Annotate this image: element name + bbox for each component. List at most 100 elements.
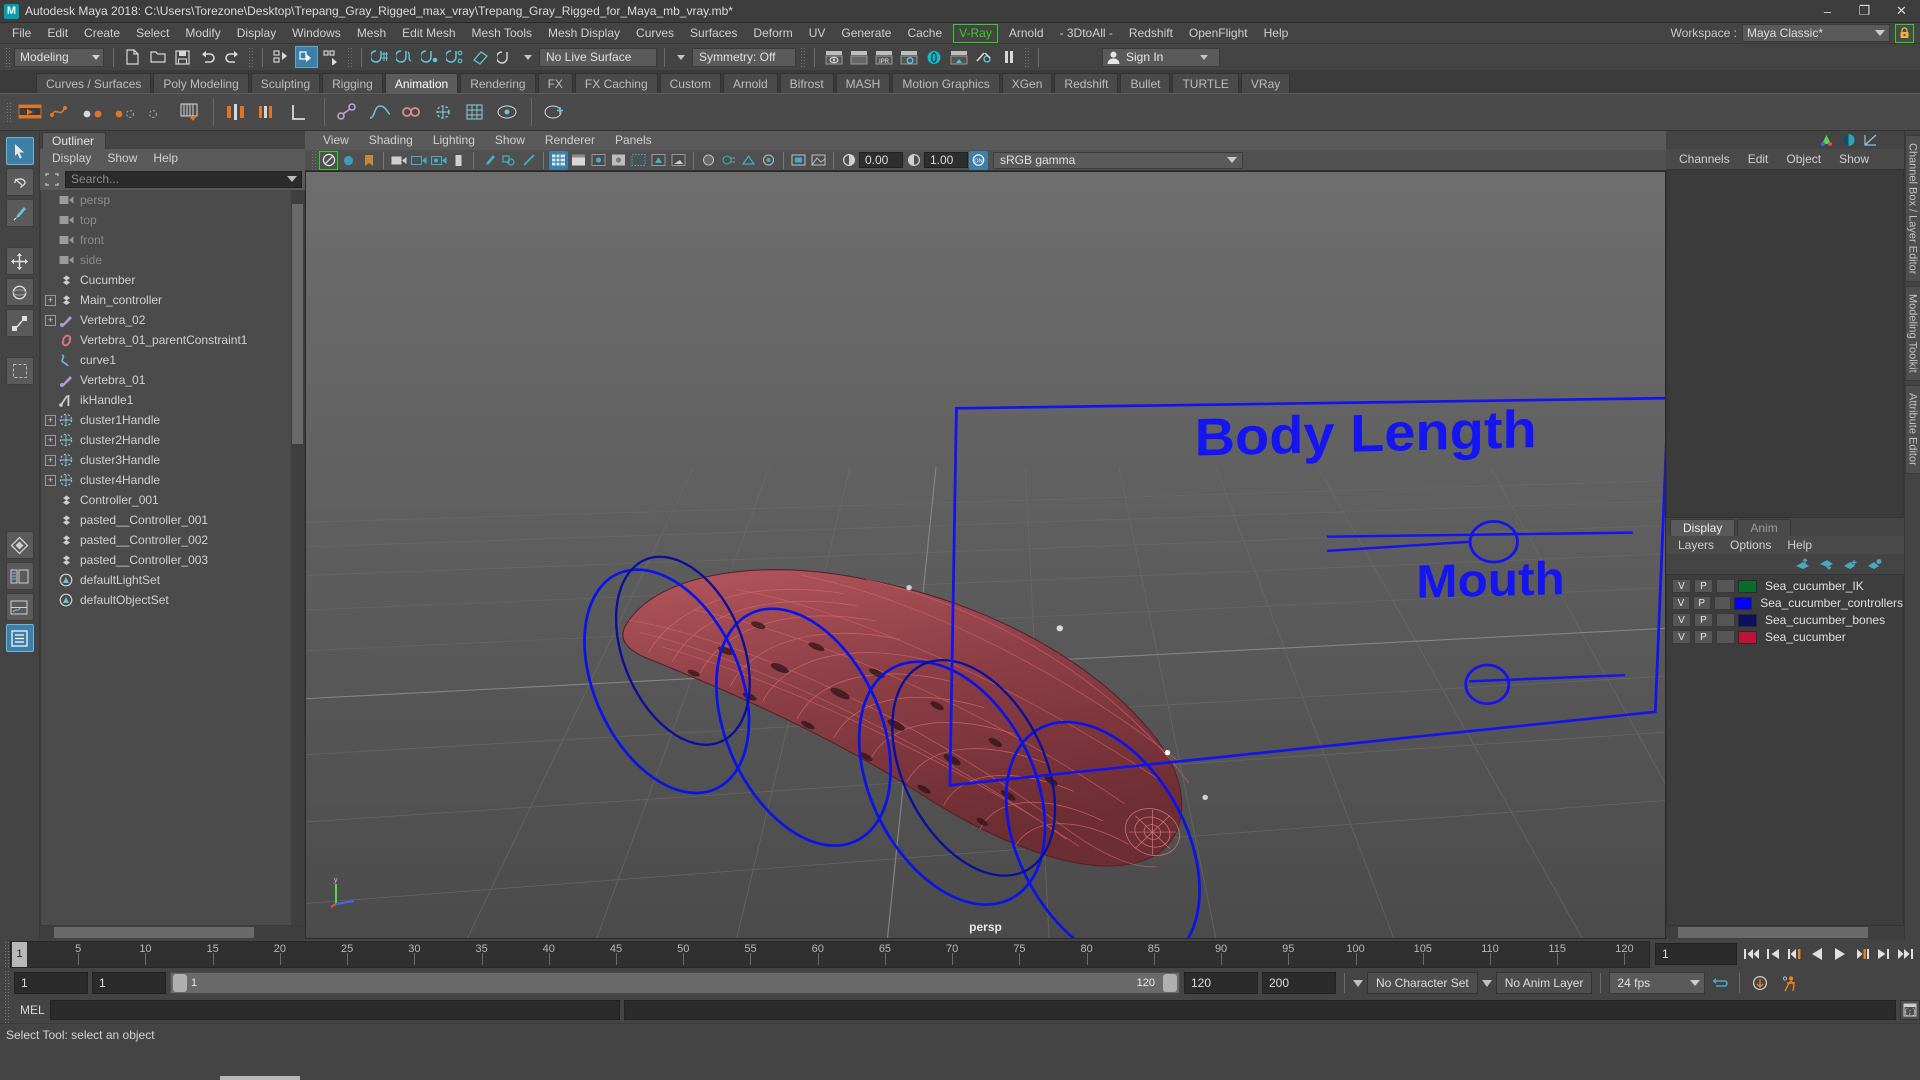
select-by-component-type-button[interactable] (320, 46, 343, 68)
last-tool-button[interactable] (5, 357, 34, 385)
layer-playback-toggle[interactable]: P (1692, 596, 1711, 610)
render-current-frame-button[interactable] (822, 46, 845, 68)
layer-color-swatch[interactable] (1738, 579, 1757, 593)
current-frame-field[interactable]: 1 (1655, 943, 1737, 965)
menu-select[interactable]: Select (128, 24, 177, 43)
redo-button[interactable] (221, 46, 244, 68)
camera-settings-icon[interactable] (429, 151, 448, 170)
live-surface-field[interactable]: No Live Surface (539, 47, 657, 67)
selection-filter-icon[interactable] (43, 171, 61, 187)
four-view-layout-button[interactable] (5, 531, 34, 559)
open-scene-button[interactable] (146, 46, 169, 68)
range-start-handle[interactable] (173, 974, 187, 992)
anim-layer-field[interactable]: No Anim Layer (1495, 972, 1593, 994)
shelf-ik-handle-icon[interactable] (286, 97, 316, 127)
depth-of-field-icon[interactable] (759, 151, 778, 170)
shelf-bake-animation-icon[interactable] (175, 97, 205, 127)
shelf-playblast-icon[interactable] (15, 97, 45, 127)
layer-visibility-toggle[interactable]: V (1672, 596, 1690, 610)
anim-layer-chevron-icon[interactable] (1481, 979, 1492, 987)
go-to-end-button[interactable] (1895, 943, 1916, 965)
paint-effects-icon[interactable] (479, 151, 498, 170)
hypershade-button[interactable] (922, 46, 945, 68)
layer-playback-toggle[interactable]: P (1694, 613, 1713, 627)
viewport-menu-shading[interactable]: Shading (359, 132, 423, 149)
display-layer-row[interactable]: V P Sea_cucumber (1667, 629, 1903, 645)
range-end-handle[interactable] (1163, 974, 1177, 992)
menu-mesh-display[interactable]: Mesh Display (540, 24, 628, 43)
outliner-item[interactable]: pasted__Controller_002 (41, 530, 304, 550)
expand-toggle-icon[interactable]: + (45, 314, 56, 326)
shelf-tab-arnold[interactable]: Arnold (722, 73, 778, 93)
layer-shading-toggle[interactable] (1716, 613, 1735, 627)
snap-to-view-planes-button[interactable] (469, 46, 492, 68)
channel-box-icon[interactable] (1841, 133, 1856, 147)
shelf-tab-bifrost[interactable]: Bifrost (779, 73, 834, 93)
layer-horizontal-scrollbar[interactable] (1666, 926, 1904, 939)
camera-icon[interactable] (389, 151, 408, 170)
texture-display-icon[interactable] (629, 151, 648, 170)
shelf-tab-vray[interactable]: VRay (1240, 73, 1291, 93)
outliner-item[interactable]: Vertebra_01_parentConstraint1 (41, 330, 304, 350)
shelf-tab-fx-caching[interactable]: FX Caching (574, 73, 658, 93)
layer-menu-layers[interactable]: Layers (1670, 537, 1722, 554)
scrollbar-thumb[interactable] (292, 204, 303, 444)
viewport-menu-lighting[interactable]: Lighting (423, 132, 485, 149)
outliner-item[interactable]: Vertebra_01 (41, 370, 304, 390)
shelf-tab-rendering[interactable]: Rendering (460, 73, 536, 93)
outliner-item[interactable]: + cluster2Handle (41, 430, 304, 450)
persp-graph-layout-button[interactable] (5, 593, 34, 621)
vertical-tab-modeling-toolkit[interactable]: Modeling Toolkit (1904, 286, 1920, 382)
outliner-search-input[interactable]: Search... (65, 170, 302, 188)
command-line-gripper[interactable] (4, 997, 10, 1023)
menu-openflight[interactable]: OpenFlight (1181, 24, 1256, 43)
layer-visibility-toggle[interactable]: V (1672, 630, 1691, 644)
outliner-item[interactable]: pasted__Controller_003 (41, 550, 304, 570)
step-forward-keyframe-button[interactable] (1873, 943, 1894, 965)
show-manipulator-icon[interactable] (1819, 133, 1834, 147)
exposure-icon[interactable] (839, 151, 858, 170)
play-backwards-button[interactable] (1807, 943, 1828, 965)
layer-shading-toggle[interactable] (1716, 630, 1735, 644)
workspace-lock-button[interactable] (1895, 23, 1914, 43)
menu-v-ray[interactable]: V-Ray (953, 23, 998, 43)
time-slider-track[interactable]: 1 5 10 15 20 25 30 35 40 45 50 55 60 65 70 75 80 85 90 95 1… (10, 940, 1650, 968)
outliner-item[interactable]: defaultLightSet (41, 570, 304, 590)
outliner-item[interactable]: pasted__Controller_001 (41, 510, 304, 530)
viewport-menu-view[interactable]: View (313, 132, 359, 149)
menu-windows[interactable]: Windows (284, 24, 349, 43)
menu-display[interactable]: Display (229, 24, 284, 43)
layer-visibility-toggle[interactable]: V (1672, 579, 1691, 593)
menu-mesh[interactable]: Mesh (349, 24, 394, 43)
shelf-constraint-icon[interactable] (397, 97, 427, 127)
display-layer-row[interactable]: V P Sea_cucumber_IK (1667, 578, 1903, 594)
shelf-tab-motion-graphics[interactable]: Motion Graphics (892, 73, 1000, 93)
menu-create[interactable]: Create (76, 24, 128, 43)
toolbar-gripper-4[interactable] (800, 46, 805, 68)
grid-toggle-icon[interactable] (449, 151, 468, 170)
lasso-tool-button[interactable] (5, 168, 34, 196)
outliner-item[interactable]: top (41, 210, 304, 230)
wireframe-shading-icon[interactable] (549, 150, 568, 170)
outliner-horizontal-scrollbar[interactable] (40, 926, 305, 939)
menu-help[interactable]: Help (1256, 24, 1297, 43)
viewport-menu-panels[interactable]: Panels (605, 132, 662, 149)
menu-cache[interactable]: Cache (899, 24, 950, 43)
layer-menu-options[interactable]: Options (1722, 537, 1779, 554)
outliner-tree[interactable]: persp top front side Cucumber + Main_controlle… (40, 190, 305, 926)
shade-selected-icon[interactable] (589, 151, 608, 170)
outliner-item[interactable]: + cluster1Handle (41, 410, 304, 430)
outliner-item[interactable]: Controller_001 (41, 490, 304, 510)
shelf-lattice-icon[interactable] (461, 97, 491, 127)
outliner-tab[interactable]: Outliner (42, 132, 107, 149)
persp-hypershade-layout-button[interactable] (5, 624, 34, 652)
time-cursor[interactable]: 1 (12, 941, 27, 967)
two-sided-lighting-icon[interactable] (409, 151, 428, 170)
shelf-tab-custom[interactable]: Custom (659, 73, 721, 93)
script-editor-button[interactable]: {;} (1900, 1000, 1920, 1020)
channelbox-menu-channels[interactable]: Channels (1670, 151, 1739, 168)
shelf-tab-xgen[interactable]: XGen (1001, 73, 1053, 93)
shelf-tab-bullet[interactable]: Bullet (1120, 73, 1171, 93)
layer-color-swatch[interactable] (1738, 630, 1757, 644)
bookmarks-icon[interactable] (359, 151, 378, 170)
